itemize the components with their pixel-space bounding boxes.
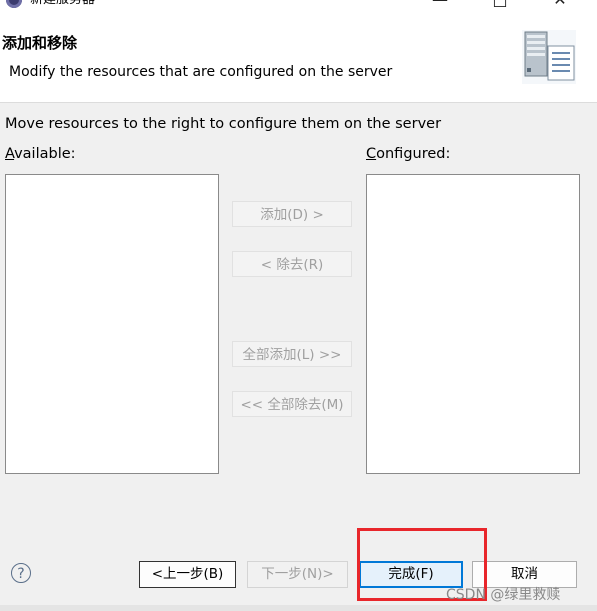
watermark-text: CSDN @绿里救赎 <box>446 587 561 603</box>
available-label-text: vailable: <box>14 146 76 162</box>
back-button[interactable]: <上一步(B) <box>139 561 236 588</box>
add-all-button[interactable]: 全部添加(L) >> <box>232 341 352 367</box>
remove-button[interactable]: < 除去(R) <box>232 251 352 277</box>
minimize-icon[interactable]: — <box>430 0 450 9</box>
configured-label-mnemonic: C <box>366 146 377 162</box>
page-title: 添加和移除 <box>2 34 78 52</box>
maximize-icon[interactable]: □ <box>490 0 510 9</box>
available-label: Available: <box>5 146 76 162</box>
close-icon[interactable]: ✕ <box>550 0 570 9</box>
next-button[interactable]: 下一步(N)> <box>247 561 348 588</box>
available-list[interactable] <box>5 174 219 474</box>
available-label-mnemonic: A <box>5 146 15 162</box>
bottom-border <box>0 605 597 611</box>
configured-label: Configured: <box>366 146 450 162</box>
configured-list[interactable] <box>366 174 580 474</box>
help-icon[interactable]: ? <box>11 563 31 583</box>
page-description: Modify the resources that are configured… <box>9 64 393 80</box>
window-titlebar: 新建服务器 — □ ✕ <box>0 0 597 12</box>
configured-label-text: onfigured: <box>376 146 451 162</box>
remove-all-button[interactable]: << 全部除去(M) <box>232 391 352 417</box>
eclipse-app-icon <box>6 0 22 8</box>
wizard-header: 添加和移除 Modify the resources that are conf… <box>0 12 597 103</box>
server-wizard-banner-icon <box>522 30 576 84</box>
add-button[interactable]: 添加(D) > <box>232 201 352 227</box>
window-title: 新建服务器 <box>30 0 95 8</box>
instruction-text: Move resources to the right to configure… <box>5 116 442 132</box>
